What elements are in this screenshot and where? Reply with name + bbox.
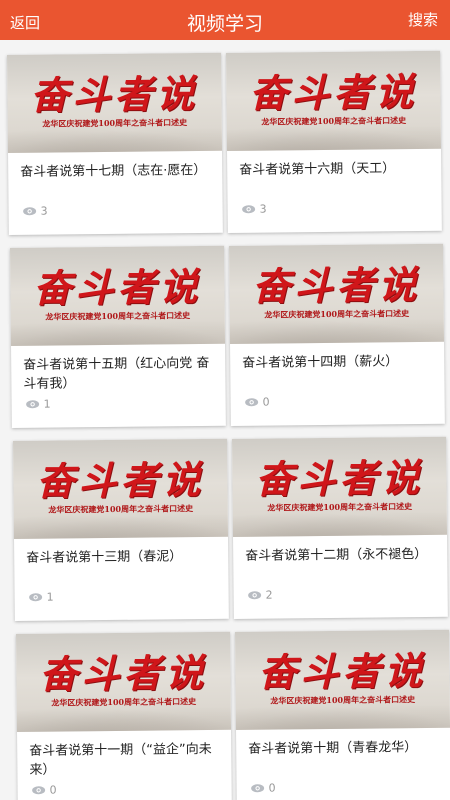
thumbnail-subtitle: 龙华区庆祝建党100周年之奋斗者口述史	[42, 117, 188, 129]
eye-icon	[32, 786, 46, 795]
video-card[interactable]: 奋斗者说 龙华区庆祝建党100周年之奋斗者口述史 奋斗者说第十七期（志在·愿在）…	[7, 52, 223, 235]
video-thumbnail[interactable]: 奋斗者说 龙华区庆祝建党100周年之奋斗者口述史	[13, 438, 229, 539]
views-count: 3	[259, 202, 267, 216]
video-card[interactable]: 奋斗者说 龙华区庆祝建党100周年之奋斗者口述史 奋斗者说第十五期（红心向党 奋…	[10, 245, 226, 428]
search-button[interactable]: 搜索	[408, 9, 438, 30]
video-card[interactable]: 奋斗者说 龙华区庆祝建党100周年之奋斗者口述史 奋斗者说第十一期（“益企”向未…	[16, 631, 232, 800]
views-count: 1	[46, 590, 54, 604]
views-count: 0	[49, 783, 57, 797]
thumbnail-subtitle: 龙华区庆祝建党100周年之奋斗者口述史	[45, 310, 191, 322]
video-thumbnail[interactable]: 奋斗者说 龙华区庆祝建党100周年之奋斗者口述史	[226, 50, 442, 151]
thumbnail-subtitle: 龙华区庆祝建党100周年之奋斗者口述史	[264, 308, 410, 320]
video-thumbnail[interactable]: 奋斗者说 龙华区庆祝建党100周年之奋斗者口述史	[232, 436, 448, 537]
video-thumbnail[interactable]: 奋斗者说 龙华区庆祝建党100周年之奋斗者口述史	[10, 245, 226, 346]
video-card[interactable]: 奋斗者说 龙华区庆祝建党100周年之奋斗者口述史 奋斗者说第十三期（春泥） 1	[13, 438, 229, 621]
eye-icon	[245, 398, 259, 407]
video-title[interactable]: 奋斗者说第十二期（永不褪色）	[245, 545, 437, 566]
thumbnail-subtitle: 龙华区庆祝建党100周年之奋斗者口述史	[261, 115, 407, 127]
thumbnail-subtitle: 龙华区庆祝建党100周年之奋斗者口述史	[48, 503, 194, 515]
eye-icon	[248, 591, 262, 600]
eye-icon	[26, 400, 40, 409]
video-thumbnail[interactable]: 奋斗者说 龙华区庆祝建党100周年之奋斗者口述史	[16, 631, 232, 732]
video-title[interactable]: 奋斗者说第十四期（薪火）	[242, 352, 434, 373]
video-card[interactable]: 奋斗者说 龙华区庆祝建党100周年之奋斗者口述史 奋斗者说第十四期（薪火） 0	[229, 243, 445, 426]
video-title[interactable]: 奋斗者说第十一期（“益企”向未来）	[29, 740, 221, 780]
video-card[interactable]: 奋斗者说 龙华区庆祝建党100周年之奋斗者口述史 奋斗者说第十六期（天工） 3	[226, 50, 442, 233]
thumbnail-title: 奋斗者说	[255, 454, 424, 502]
video-thumbnail[interactable]: 奋斗者说 龙华区庆祝建党100周年之奋斗者口述史	[235, 629, 450, 730]
thumbnail-title: 奋斗者说	[39, 649, 208, 697]
thumbnail-subtitle: 龙华区庆祝建党100周年之奋斗者口述史	[267, 501, 413, 513]
video-card[interactable]: 奋斗者说 龙华区庆祝建党100周年之奋斗者口述史 奋斗者说第十二期（永不褪色） …	[232, 436, 448, 619]
views-count: 2	[265, 588, 273, 602]
view-count: 2	[248, 589, 273, 602]
video-title[interactable]: 奋斗者说第十七期（志在·愿在）	[20, 161, 212, 182]
video-title[interactable]: 奋斗者说第十六期（天工）	[239, 159, 431, 180]
top-bar: 返回 视频学习 搜索	[0, 0, 450, 40]
eye-icon	[251, 784, 265, 793]
video-card[interactable]: 奋斗者说 龙华区庆祝建党100周年之奋斗者口述史 奋斗者说第十期（青春龙华） 0	[235, 629, 450, 800]
view-count: 3	[23, 205, 48, 218]
video-title[interactable]: 奋斗者说第十期（青春龙华）	[248, 738, 440, 759]
view-count: 3	[242, 203, 267, 216]
view-count: 1	[29, 591, 54, 604]
eye-icon	[23, 207, 37, 216]
view-count: 1	[26, 398, 51, 411]
eye-icon	[242, 205, 256, 214]
views-count: 0	[268, 781, 276, 795]
thumbnail-title: 奋斗者说	[252, 261, 421, 309]
thumbnail-title: 奋斗者说	[33, 263, 202, 311]
view-count: 0	[32, 784, 57, 797]
thumbnail-title: 奋斗者说	[249, 68, 418, 116]
views-count: 3	[40, 204, 48, 218]
view-count: 0	[251, 782, 276, 795]
views-count: 0	[262, 395, 270, 409]
page-title: 视频学习	[186, 13, 263, 35]
video-thumbnail[interactable]: 奋斗者说 龙华区庆祝建党100周年之奋斗者口述史	[229, 243, 445, 344]
thumbnail-subtitle: 龙华区庆祝建党100周年之奋斗者口述史	[51, 696, 197, 708]
thumbnail-title: 奋斗者说	[258, 647, 427, 695]
thumbnail-title: 奋斗者说	[36, 456, 205, 504]
video-thumbnail[interactable]: 奋斗者说 龙华区庆祝建党100周年之奋斗者口述史	[7, 52, 223, 153]
views-count: 1	[43, 397, 51, 411]
video-title[interactable]: 奋斗者说第十三期（春泥）	[26, 547, 218, 568]
eye-icon	[29, 593, 43, 602]
thumbnail-subtitle: 龙华区庆祝建党100周年之奋斗者口述史	[270, 694, 416, 706]
thumbnail-title: 奋斗者说	[30, 70, 199, 118]
view-count: 0	[245, 396, 270, 409]
video-title[interactable]: 奋斗者说第十五期（红心向党 奋斗有我）	[23, 354, 215, 394]
